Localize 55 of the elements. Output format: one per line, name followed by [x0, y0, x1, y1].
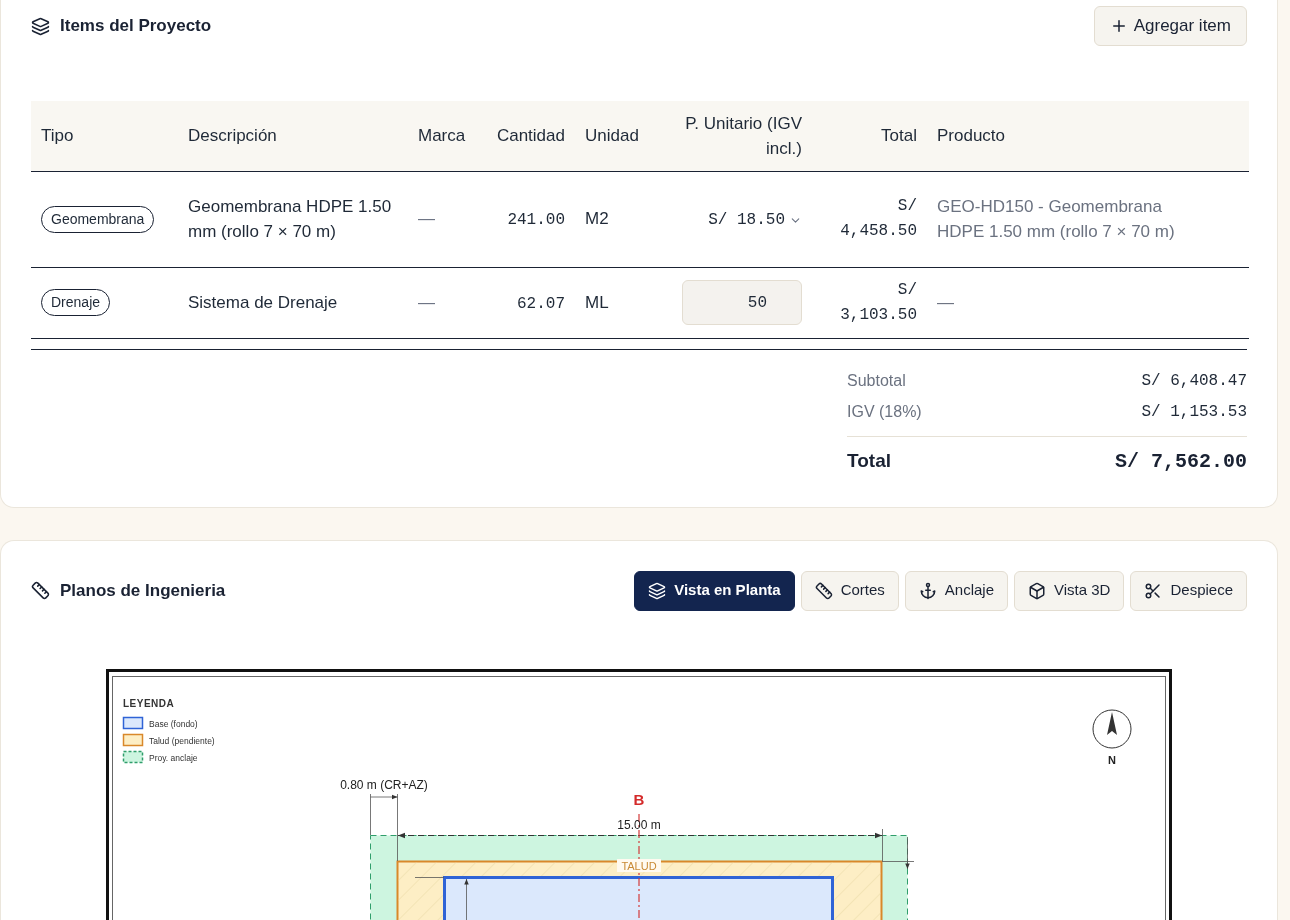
- legend-label: Talud (pendiente): [149, 735, 215, 745]
- column-header: Marca: [418, 126, 466, 146]
- column-header: Total: [881, 126, 917, 146]
- ruler-icon: [31, 581, 50, 600]
- table-cell-text: S/ 3,103.50: [839, 279, 917, 326]
- table-cell: ML: [585, 292, 609, 312]
- table-cell: —: [418, 292, 435, 312]
- summary-label: Subtotal: [847, 371, 906, 391]
- table-cell-text: S/ 4,458.50: [839, 196, 917, 242]
- column-header: Producto: [937, 126, 1006, 146]
- table-cell-text: Geomembrana HDPE 1.50 mm (rollo 7 × 70 m): [188, 196, 393, 243]
- table-cell-text: GEO-HD150 - Geomembrana HDPE 1.50 mm (rollo 7 × 70 m): [937, 196, 1176, 243]
- dimension-label: 0.80 m (CR+AZ): [340, 777, 428, 792]
- column-header: Cantidad: [496, 126, 565, 146]
- column-header: Tipo: [41, 126, 74, 146]
- table-cell: M2: [585, 209, 609, 229]
- legend-label: Proy. anclaje: [149, 752, 198, 762]
- column-header: Unidad: [585, 126, 639, 146]
- anchor-icon: [918, 581, 937, 600]
- price-input[interactable]: 50: [682, 280, 802, 325]
- legend-swatch: [122, 716, 144, 729]
- cube-icon: [1028, 581, 1047, 600]
- table-cell-text: Sistema de Drenaje: [188, 292, 339, 314]
- view-tab[interactable]: Vista en Planta: [634, 570, 795, 611]
- table-cell: —: [418, 209, 435, 229]
- ruler-icon: [814, 581, 833, 600]
- view-tab[interactable]: Despiece: [1130, 570, 1247, 611]
- summary-value: S/ 1,153.53: [1141, 402, 1247, 423]
- table-cell-text: —: [937, 292, 955, 314]
- legend-title: LEYENDA: [123, 697, 175, 709]
- table-cell: 62.07: [517, 294, 565, 313]
- total-value: S/ 7,562.00: [1114, 448, 1247, 475]
- section-mark: B: [633, 790, 645, 808]
- section-title: Items del Proyecto: [60, 15, 212, 38]
- legend-swatch: [122, 733, 144, 746]
- summary-label: IGV (18%): [847, 402, 922, 422]
- layers-icon: [31, 16, 50, 36]
- view-tab[interactable]: Vista 3D: [1014, 570, 1125, 611]
- slope-label: TALUD: [621, 859, 657, 872]
- total-label: Total: [847, 449, 891, 474]
- summary-value: S/ 6,408.47: [1141, 371, 1247, 392]
- north-label: N: [1108, 753, 1116, 766]
- column-header: P. Unitario (IGV incl.): [685, 113, 802, 158]
- legend-swatch: [122, 750, 144, 763]
- view-tab[interactable]: Anclaje: [904, 570, 1009, 611]
- scissors-icon: [1144, 581, 1163, 600]
- price-select[interactable]: S/ 18.50: [708, 208, 802, 232]
- dimension-label: 15.00 m: [617, 817, 661, 832]
- add-item-button[interactable]: Agregar item: [1093, 6, 1247, 46]
- column-header: Descripción: [188, 126, 277, 146]
- legend-label: Base (fondo): [149, 718, 198, 728]
- layers-icon: [648, 581, 667, 600]
- view-tab[interactable]: Cortes: [800, 570, 899, 611]
- section-title: Planos de Ingenieria: [60, 579, 226, 602]
- table-cell: 241.00: [507, 211, 565, 229]
